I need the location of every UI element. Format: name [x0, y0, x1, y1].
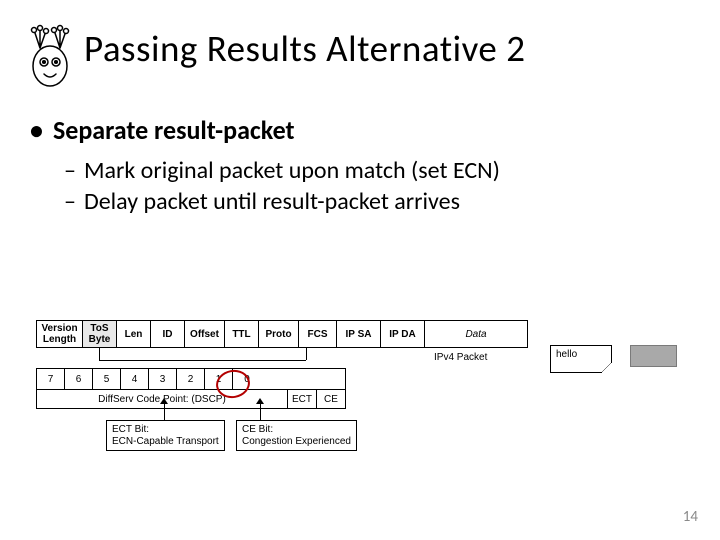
ect-description-box: ECT Bit: ECN-Capable Transport [106, 420, 225, 451]
result-packet-box [630, 345, 677, 367]
ipv4-field: TTL [225, 321, 259, 347]
ipv4-field: Data [425, 321, 527, 347]
connector-line [99, 360, 306, 361]
ipv4-field: Len [117, 321, 151, 347]
connector-line [306, 347, 307, 360]
bullet-sub-2: –Delay packet until result-packet arrive… [64, 187, 690, 216]
page-number: 14 [683, 508, 698, 526]
ipv4-field: IP DA [381, 321, 425, 347]
ipv4-field: IP SA [337, 321, 381, 347]
note-fold-icon [601, 362, 612, 373]
bit-cell: 2 [177, 369, 205, 389]
bit-cell: 6 [65, 369, 93, 389]
tos-fields-row: DiffServ Code Point: (DSCP) ECT CE [36, 390, 346, 409]
ce-field: CE [317, 390, 345, 408]
ipv4-header-row: Version Length ToS Byte Len ID Offset TT… [36, 320, 528, 348]
bit-cell: 4 [121, 369, 149, 389]
bullet-main: •Separate result-packet [30, 114, 690, 146]
ipv4-field: ToS Byte [83, 321, 117, 347]
arrow-icon [256, 398, 264, 404]
bit-cell: 1 [205, 369, 233, 389]
ipv4-field: Offset [185, 321, 225, 347]
connector-line [99, 347, 100, 360]
ipv4-field: Proto [259, 321, 299, 347]
arrow-icon [160, 398, 168, 404]
mascot-icon [20, 18, 80, 90]
ipv4-field: Version Length [37, 321, 83, 347]
tos-bits-row: 7 6 5 4 3 2 1 0 [36, 368, 346, 390]
ce-description-box: CE Bit: Congestion Experienced [236, 420, 357, 451]
bit-cell: 5 [93, 369, 121, 389]
ipv4-field: ID [151, 321, 185, 347]
ipv4-field: FCS [299, 321, 337, 347]
ect-field: ECT [288, 390, 317, 408]
bit-cell: 3 [149, 369, 177, 389]
bit-cell: 0 [233, 369, 261, 389]
bit-cell: 7 [37, 369, 65, 389]
bullet-sub-1: –Mark original packet upon match (set EC… [64, 156, 690, 185]
ipv4-packet-label: IPv4 Packet [434, 352, 487, 363]
content-area: •Separate result-packet –Mark original p… [0, 90, 720, 216]
slide-title: Passing Results Alternative 2 [84, 26, 525, 71]
ipv4-diagram: Version Length ToS Byte Len ID Offset TT… [36, 320, 686, 470]
